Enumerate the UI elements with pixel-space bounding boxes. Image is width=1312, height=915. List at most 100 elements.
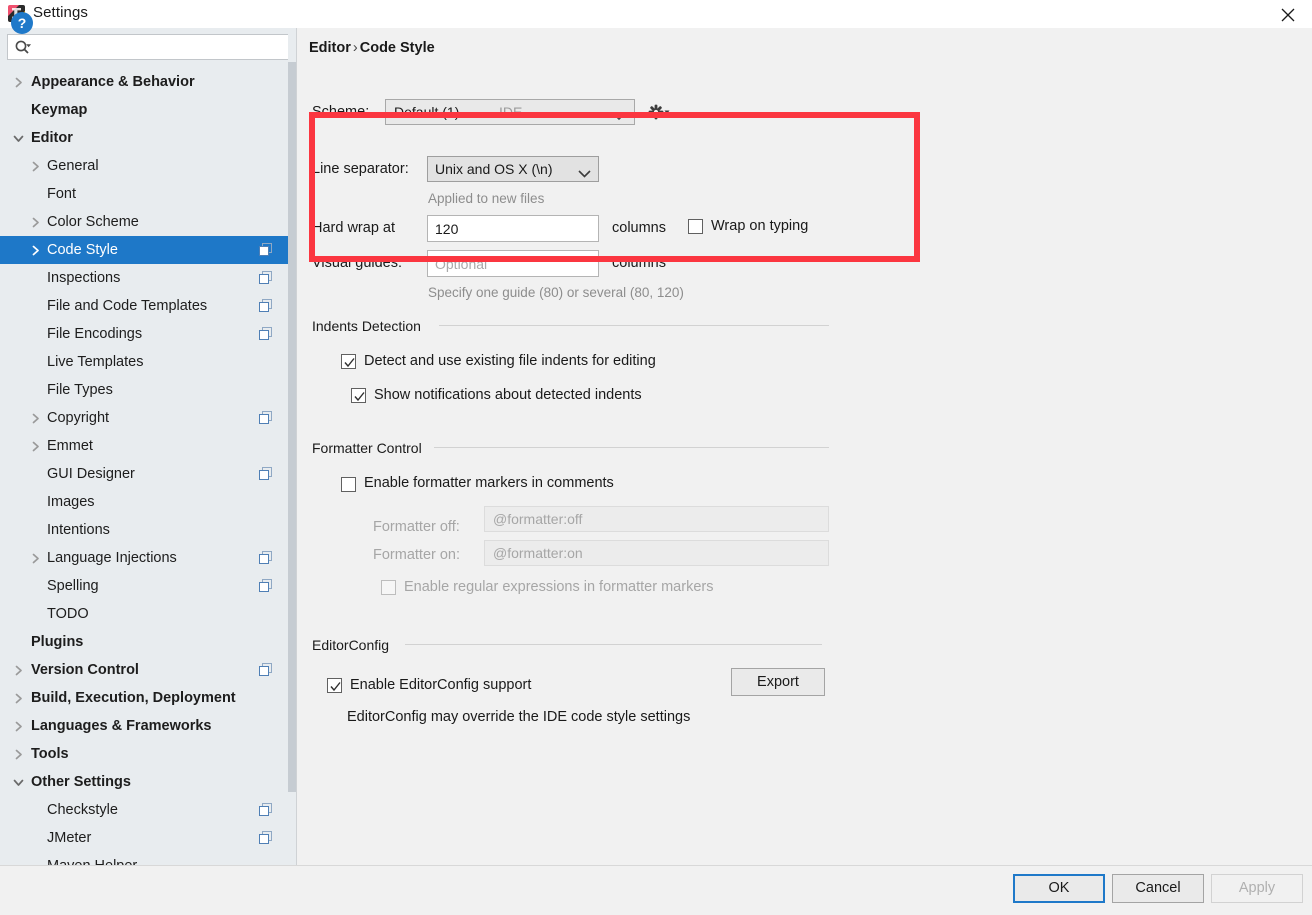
chevron-right-icon[interactable] <box>10 74 26 90</box>
chevron-right-icon[interactable] <box>27 410 43 426</box>
sidebar-item-languages-frameworks[interactable]: Languages & Frameworks <box>0 712 288 740</box>
sidebar-item-live-templates[interactable]: Live Templates <box>0 348 288 376</box>
sidebar-item-label: Appearance & Behavior <box>31 74 195 90</box>
sidebar-item-version-control[interactable]: Version Control <box>0 656 288 684</box>
sidebar-item-gui-designer[interactable]: GUI Designer <box>0 460 288 488</box>
sidebar-item-checkstyle[interactable]: Checkstyle <box>0 796 288 824</box>
gear-icon[interactable] <box>647 102 671 122</box>
sidebar-item-label: General <box>47 158 99 174</box>
settings-tree: Appearance & Behavior Keymap Editor General… <box>0 68 288 865</box>
line-separator-value: Unix and OS X (\n) <box>435 161 553 177</box>
formatter-off-placeholder: @formatter:off <box>493 511 583 527</box>
enable-regex-label: Enable regular expressions in formatter … <box>404 579 714 595</box>
cancel-button[interactable]: Cancel <box>1112 874 1204 903</box>
copy-settings-icon <box>259 243 272 261</box>
sidebar-item-emmet[interactable]: Emmet <box>0 432 288 460</box>
ok-button-label: OK <box>1048 880 1070 896</box>
close-icon[interactable] <box>1266 0 1312 28</box>
enable-editorconfig-checkbox[interactable] <box>327 678 342 693</box>
sidebar-item-file-types[interactable]: File Types <box>0 376 288 404</box>
formatter-control-title: Formatter Control <box>312 440 428 456</box>
visual-guides-input[interactable] <box>428 251 598 276</box>
settings-main-panel: Editor › Code Style Scheme: Default (1) ID… <box>297 28 1312 865</box>
scheme-dropdown[interactable]: Default (1) IDE <box>385 99 635 125</box>
sidebar-item-images[interactable]: Images <box>0 488 288 516</box>
line-separator-dropdown[interactable]: Unix and OS X (\n) <box>427 156 599 182</box>
formatter-off-input: @formatter:off <box>484 506 829 532</box>
apply-button-label: Apply <box>1238 880 1276 896</box>
sidebar-item-general[interactable]: General <box>0 152 288 180</box>
enable-formatter-markers-label: Enable formatter markers in comments <box>364 475 614 491</box>
formatter-on-input: @formatter:on <box>484 540 829 566</box>
check-icon <box>329 680 342 698</box>
sidebar-item-todo[interactable]: TODO <box>0 600 288 628</box>
sidebar-scrollbar-thumb[interactable] <box>288 62 296 792</box>
visual-guides-label: Visual guides: <box>312 255 403 271</box>
copy-settings-icon <box>259 299 272 317</box>
chevron-right-icon[interactable] <box>27 438 43 454</box>
sidebar-item-inspections[interactable]: Inspections <box>0 264 288 292</box>
search-input[interactable] <box>38 35 286 59</box>
line-separator-hint: Applied to new files <box>428 191 545 206</box>
sidebar-item-code-style[interactable]: Code Style <box>0 236 288 264</box>
sidebar-item-color-scheme[interactable]: Color Scheme <box>0 208 288 236</box>
chevron-right-icon[interactable] <box>27 214 43 230</box>
ok-button[interactable]: OK <box>1013 874 1105 903</box>
breadcrumb-current: Code Style <box>359 40 435 56</box>
settings-sidebar: Appearance & Behavior Keymap Editor General… <box>0 28 296 865</box>
sidebar-item-label: Copyright <box>47 410 110 426</box>
chevron-right-icon[interactable] <box>27 242 43 258</box>
hard-wrap-input-wrapper[interactable] <box>427 215 599 242</box>
sidebar-item-label: Tools <box>31 746 69 762</box>
chevron-right-icon[interactable] <box>27 158 43 174</box>
sidebar-item-appearance-behavior[interactable]: Appearance & Behavior <box>0 68 288 96</box>
chevron-right-icon[interactable] <box>10 746 26 762</box>
scheme-selected-value: Default (1) <box>394 104 460 120</box>
chevron-right-icon[interactable] <box>10 662 26 678</box>
sidebar-item-intentions[interactable]: Intentions <box>0 516 288 544</box>
check-icon <box>353 390 366 408</box>
visual-guides-input-wrapper[interactable] <box>427 250 599 277</box>
sidebar-item-label: Live Templates <box>47 354 144 370</box>
sidebar-item-label: Keymap <box>31 102 88 118</box>
sidebar-item-editor[interactable]: Editor <box>0 124 288 152</box>
hard-wrap-label: Hard wrap at <box>312 220 396 236</box>
sidebar-item-keymap[interactable]: Keymap <box>0 96 288 124</box>
search-box[interactable] <box>7 34 289 60</box>
sidebar-item-label: File and Code Templates <box>47 298 208 314</box>
chevron-right-icon[interactable] <box>10 690 26 706</box>
enable-formatter-markers-checkbox[interactable] <box>341 477 356 492</box>
sidebar-item-font[interactable]: Font <box>0 180 288 208</box>
show-notifications-checkbox[interactable] <box>351 388 366 403</box>
editorconfig-title: EditorConfig <box>312 637 396 653</box>
sidebar-item-label: TODO <box>47 606 89 622</box>
detect-indents-checkbox[interactable] <box>341 354 356 369</box>
sidebar-item-maven-helper[interactable]: Maven Helper <box>0 852 288 865</box>
sidebar-item-other-settings[interactable]: Other Settings <box>0 768 288 796</box>
chevron-down-icon <box>578 165 591 183</box>
chevron-down-icon[interactable] <box>10 130 26 146</box>
help-icon[interactable]: ? <box>11 12 33 34</box>
sidebar-item-label: Code Style <box>47 242 118 258</box>
sidebar-item-spelling[interactable]: Spelling <box>0 572 288 600</box>
visual-guides-hint: Specify one guide (80) or several (80, 1… <box>428 285 684 300</box>
sidebar-item-tools[interactable]: Tools <box>0 740 288 768</box>
wrap-on-typing-checkbox[interactable] <box>688 219 703 234</box>
sidebar-item-copyright[interactable]: Copyright <box>0 404 288 432</box>
breadcrumb-parent: Editor <box>309 40 351 56</box>
copy-settings-icon <box>259 551 272 569</box>
export-button[interactable]: Export <box>731 668 825 696</box>
sidebar-item-file-and-code-templates[interactable]: File and Code Templates <box>0 292 288 320</box>
sidebar-item-plugins[interactable]: Plugins <box>0 628 288 656</box>
wrap-on-typing-label: Wrap on typing <box>711 218 809 234</box>
formatter-on-label: Formatter on: <box>373 547 461 563</box>
hard-wrap-input[interactable] <box>428 216 598 241</box>
sidebar-item-label: JMeter <box>47 830 92 846</box>
sidebar-item-jmeter[interactable]: JMeter <box>0 824 288 852</box>
chevron-right-icon[interactable] <box>10 718 26 734</box>
chevron-right-icon[interactable] <box>27 550 43 566</box>
sidebar-item-build-execution-deployment[interactable]: Build, Execution, Deployment <box>0 684 288 712</box>
chevron-down-icon[interactable] <box>10 774 26 790</box>
sidebar-item-file-encodings[interactable]: File Encodings <box>0 320 288 348</box>
sidebar-item-language-injections[interactable]: Language Injections <box>0 544 288 572</box>
